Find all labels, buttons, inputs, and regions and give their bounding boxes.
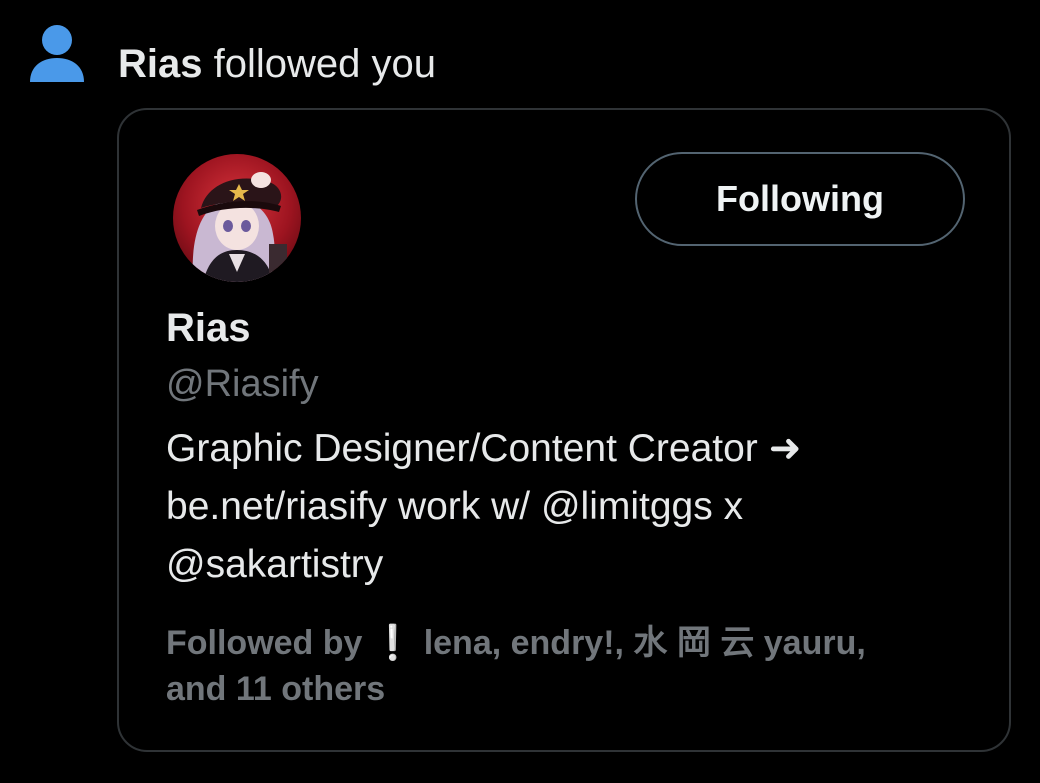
bio-line: Graphic Designer/Content Creator ➜ bbox=[166, 427, 802, 470]
exclamation-icon: ❕ bbox=[371, 624, 415, 662]
actor-name[interactable]: Rias bbox=[118, 42, 203, 86]
profile-card[interactable]: Following Rias @Riasify Graphic Designer… bbox=[117, 108, 1011, 752]
avatar[interactable] bbox=[173, 154, 301, 282]
user-handle[interactable]: @Riasify bbox=[166, 360, 319, 408]
followed-by-line-1: Followed by ❕ lena, endry!, 水 岡 云 yauru, bbox=[166, 620, 986, 666]
followed-by-text[interactable]: Followed by ❕ lena, endry!, 水 岡 云 yauru,… bbox=[166, 620, 986, 712]
following-button[interactable]: Following bbox=[635, 152, 965, 246]
notification-headline: Rias followed you bbox=[118, 40, 436, 88]
follow-notification[interactable]: Rias followed you Following Rias @Riasif… bbox=[0, 0, 1040, 783]
bio-line: @sakartistry bbox=[166, 543, 384, 586]
followed-by-names: lena, endry!, 水 岡 云 yauru, bbox=[423, 624, 866, 662]
display-name[interactable]: Rias bbox=[166, 304, 251, 352]
person-icon bbox=[30, 25, 84, 82]
action-text: followed you bbox=[213, 42, 436, 86]
user-bio: Graphic Designer/Content Creator ➜ be.ne… bbox=[166, 420, 966, 594]
bio-line: be.net/riasify work w/ @limitggs x bbox=[166, 485, 744, 528]
followed-by-others: and 11 others bbox=[166, 670, 386, 708]
followed-by-prefix: Followed by bbox=[166, 624, 363, 662]
avatar-image bbox=[173, 154, 301, 282]
